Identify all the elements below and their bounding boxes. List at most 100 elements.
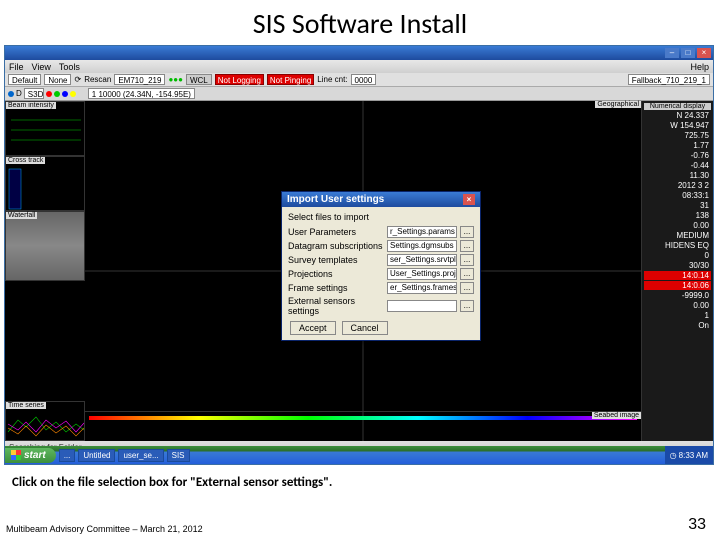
start-button[interactable]: start	[5, 448, 56, 463]
browse-button[interactable]: ...	[460, 240, 474, 252]
browse-button[interactable]: ...	[460, 226, 474, 238]
browse-button[interactable]: ...	[460, 254, 474, 266]
num-value: 0.00	[644, 301, 711, 310]
dialog-title-text: Import User settings	[287, 194, 384, 205]
sis-application-window: – □ × File View Tools Help Default None …	[4, 45, 714, 465]
row-label-user-parameters: User Parameters	[288, 227, 384, 237]
row-label-projections: Projections	[288, 269, 384, 279]
lon-value: W 154.947	[644, 121, 711, 130]
menu-view[interactable]: View	[32, 62, 51, 72]
status-leds: ●●●	[168, 75, 183, 84]
close-icon[interactable]: ×	[697, 48, 711, 58]
echosounder-select[interactable]: EM710_219	[114, 74, 165, 85]
num-value: 138	[644, 211, 711, 220]
tool-icon[interactable]	[70, 91, 76, 97]
maximize-icon[interactable]: □	[681, 48, 695, 58]
file-input-user-parameters[interactable]: r_Settings.params	[387, 226, 457, 238]
tool-icon[interactable]	[54, 91, 60, 97]
menu-file[interactable]: File	[9, 62, 24, 72]
taskbar-item[interactable]: ...	[59, 449, 76, 462]
time-value: 08:33:1	[644, 191, 711, 200]
tool-box[interactable]: S3D	[24, 88, 44, 99]
num-value: 1.77	[644, 141, 711, 150]
row-label-frame-settings: Frame settings	[288, 283, 384, 293]
file-input-external-sensors[interactable]	[387, 300, 457, 312]
num-value: 30/30	[644, 261, 711, 270]
browse-button-external-sensors[interactable]: ...	[460, 300, 474, 312]
mode-value: MEDIUM	[644, 231, 711, 240]
not-logging-badge: Not Logging	[215, 74, 264, 85]
file-input-frame-settings[interactable]: er_Settings.frames	[387, 282, 457, 294]
tool-icon[interactable]	[46, 91, 52, 97]
color-scale-bar	[89, 416, 637, 420]
num-value: -0.44	[644, 161, 711, 170]
panel-label: Geographical	[595, 101, 641, 108]
menu-tools[interactable]: Tools	[59, 62, 80, 72]
coords-display: 1 10000 (24.34N, -154.95E)	[88, 88, 195, 99]
status-none: None	[44, 74, 71, 85]
time-series-panel: Time series	[5, 401, 85, 441]
file-input-projections[interactable]: User_Settings.proj	[387, 268, 457, 280]
num-value: 725.75	[644, 131, 711, 140]
tool-icon[interactable]	[62, 91, 68, 97]
panel-label: Cross track	[6, 157, 45, 164]
num-value: 1	[644, 311, 711, 320]
preset-select[interactable]: Default	[8, 74, 41, 85]
windows-logo-icon	[11, 450, 21, 460]
toolbar-status: Default None ⟳ Rescan EM710_219 ●●● WCL …	[5, 73, 713, 87]
close-icon[interactable]: ×	[463, 194, 475, 205]
dialog-subtitle: Select files to import	[288, 212, 474, 222]
cross-track-panel: Cross track	[5, 156, 85, 211]
browse-button[interactable]: ...	[460, 268, 474, 280]
rescan-button[interactable]: Rescan	[84, 75, 111, 84]
line-count-value: 0000	[351, 74, 377, 85]
menubar: File View Tools Help	[5, 60, 713, 73]
not-pinging-badge: Not Pinging	[267, 74, 314, 85]
minimize-icon[interactable]: –	[665, 48, 679, 58]
slide-instruction-text: Click on the file selection box for "Ext…	[12, 475, 708, 490]
num-value: 0	[644, 251, 711, 260]
system-tray[interactable]: ◷ 8:33 AM	[665, 446, 713, 464]
taskbar-item[interactable]: Untitled	[78, 449, 115, 462]
wcl-badge: WCL	[186, 74, 212, 85]
slide-title: SIS Software Install	[0, 0, 720, 45]
browse-button[interactable]: ...	[460, 282, 474, 294]
alert-value: 14:0.06	[644, 281, 711, 290]
import-user-settings-dialog: Import User settings × Select files to i…	[281, 191, 481, 341]
waterfall-panel: Waterfall	[5, 211, 85, 281]
num-value: 0.00	[644, 221, 711, 230]
num-value: -0.76	[644, 151, 711, 160]
panel-label: Time series	[6, 402, 46, 409]
num-value: -9999.0	[644, 291, 711, 300]
left-panel-column: Beam intensity Cross track Waterfall Tim…	[5, 101, 85, 441]
taskbar-item[interactable]: SIS	[167, 449, 190, 462]
panel-label: Numerical display	[644, 103, 711, 110]
fallback-field: Fallback_710_219_1	[628, 74, 710, 85]
alert-value: 14:0.14	[644, 271, 711, 280]
file-input-survey-templates[interactable]: ser_Settings.srvtpl	[387, 254, 457, 266]
window-titlebar: – □ ×	[5, 46, 713, 60]
num-value: On	[644, 321, 711, 330]
tray-clock: 8:33 AM	[679, 451, 708, 460]
row-label-datagram: Datagram subscriptions	[288, 241, 384, 251]
lat-value: N 24.337	[644, 111, 711, 120]
windows-taskbar: start ... Untitled user_se... SIS ◷ 8:33…	[5, 446, 713, 464]
tray-icon[interactable]: ◷	[670, 451, 677, 460]
num-value: 31	[644, 201, 711, 210]
taskbar-item[interactable]: user_se...	[118, 449, 163, 462]
beam-intensity-panel: Beam intensity	[5, 101, 85, 156]
toolbar-tools: D S3D 1 10000 (24.34N, -154.95E)	[5, 87, 713, 101]
slide-number: 33	[688, 516, 706, 534]
cancel-button[interactable]: Cancel	[342, 321, 388, 335]
panel-label: Waterfall	[6, 212, 37, 219]
mode-value: HIDENS EQ	[644, 241, 711, 250]
file-input-datagram[interactable]: Settings.dgmsubs	[387, 240, 457, 252]
num-value: 11.30	[644, 171, 711, 180]
accept-button[interactable]: Accept	[290, 321, 336, 335]
panel-label: Beam intensity	[6, 102, 56, 109]
dialog-titlebar[interactable]: Import User settings ×	[282, 192, 480, 207]
menu-help[interactable]: Help	[690, 62, 709, 72]
tool-icon[interactable]	[8, 91, 14, 97]
row-label-survey-templates: Survey templates	[288, 255, 384, 265]
numerical-display-panel: Numerical display N 24.337 W 154.947 725…	[641, 101, 713, 441]
